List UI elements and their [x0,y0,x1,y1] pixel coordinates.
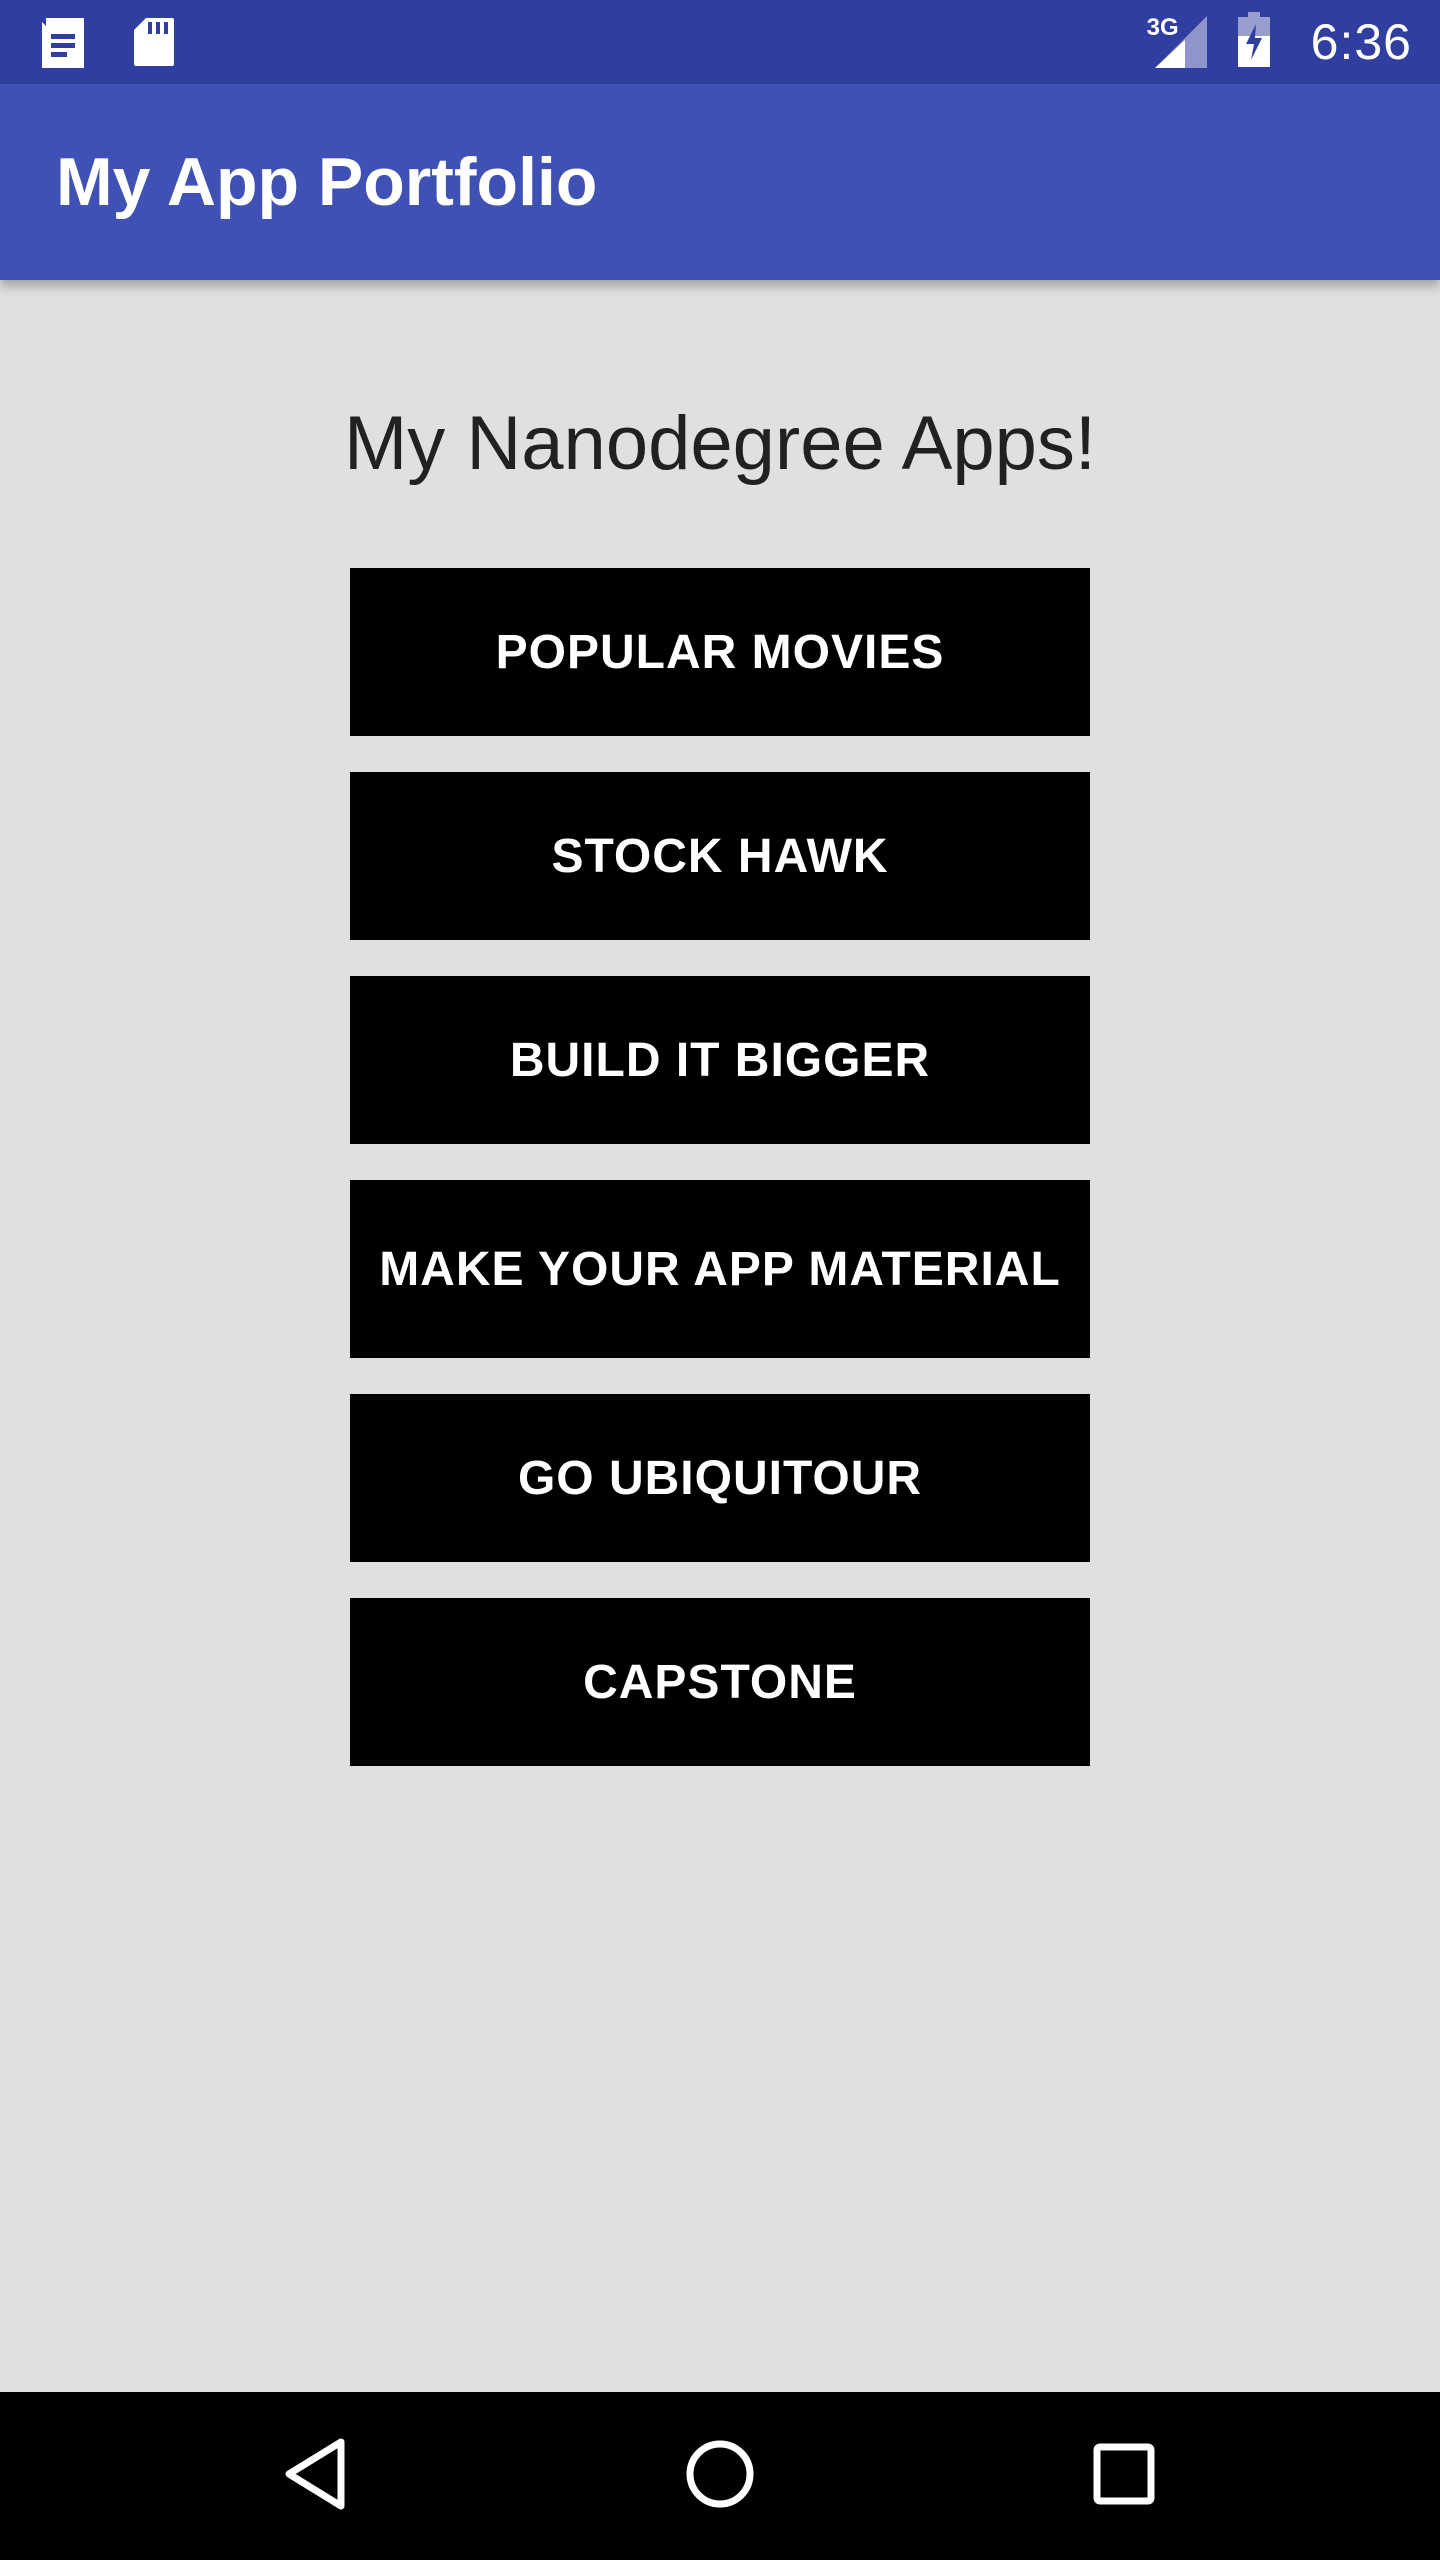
go-ubiquitour-button[interactable]: GO UBIQUITOUR [350,1394,1090,1562]
battery-charging-icon [1237,11,1271,73]
make-your-app-material-button[interactable]: MAKE YOUR APP MATERIAL [350,1180,1090,1358]
build-it-bigger-button[interactable]: BUILD IT BIGGER [350,976,1090,1144]
popular-movies-button[interactable]: POPULAR MOVIES [350,568,1090,736]
status-bar: 3G 6:36 [0,0,1440,84]
navigation-bar [0,2392,1440,2560]
app-title: My App Portfolio [56,144,598,220]
home-icon [684,2438,756,2515]
back-icon [281,2436,351,2517]
recents-icon [1093,2443,1155,2510]
system-status: 3G 6:36 [1147,0,1412,84]
page-heading: My Nanodegree Apps! [343,401,1097,486]
signal-icon: 3G [1147,0,1211,84]
recents-button[interactable] [1024,2392,1224,2560]
back-button[interactable] [216,2392,416,2560]
notification-icons [38,16,176,75]
home-button[interactable] [620,2392,820,2560]
sd-card-icon [132,16,176,75]
document-icon [38,16,88,75]
stock-hawk-button[interactable]: STOCK HAWK [350,772,1090,940]
capstone-button[interactable]: CAPSTONE [350,1598,1090,1766]
clock: 6:36 [1310,14,1412,70]
main-content: My Nanodegree Apps! POPULAR MOVIES STOCK… [0,280,1440,2392]
app-bar: My App Portfolio [0,84,1440,280]
